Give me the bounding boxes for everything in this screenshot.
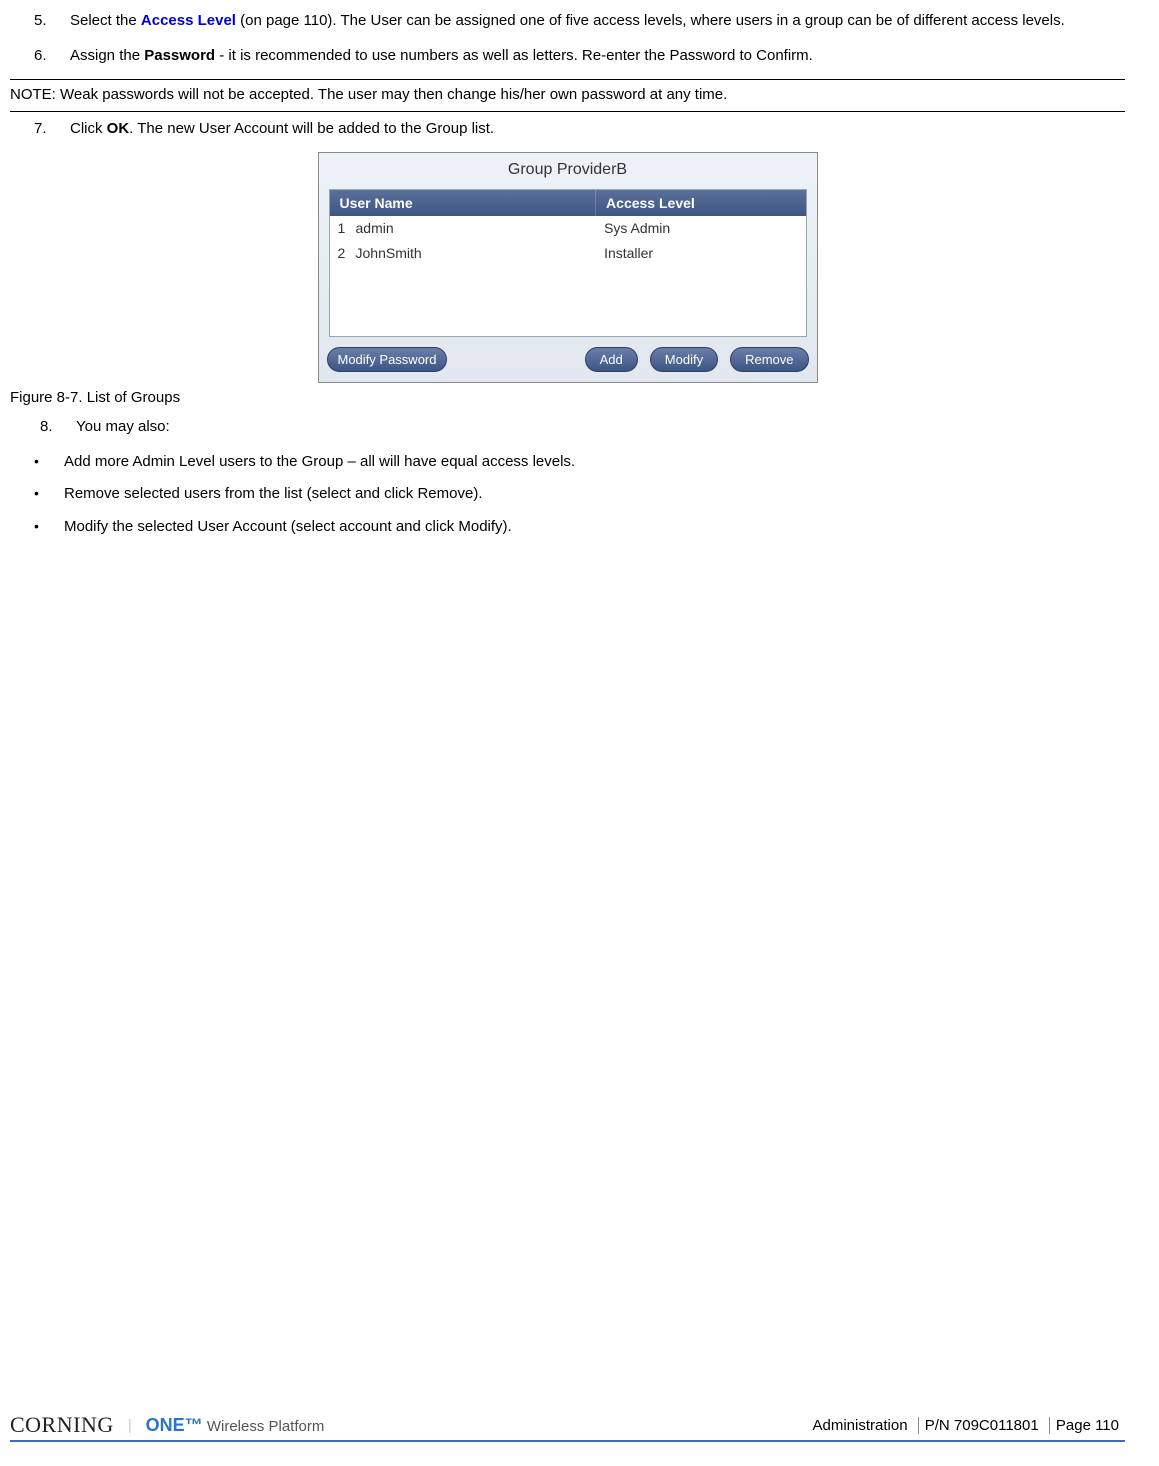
step-number: 5.	[34, 10, 70, 33]
figure: Group ProviderB User Name Access Level 1…	[10, 152, 1125, 383]
modify-password-button[interactable]: Modify Password	[327, 347, 448, 372]
step-text: Select the Access Level (on page 110). T…	[70, 10, 1125, 33]
text: Click	[70, 120, 107, 137]
bullet-text: Modify the selected User Account (select…	[64, 516, 512, 539]
row-level: Sys Admin	[596, 216, 805, 240]
modify-button[interactable]: Modify	[650, 347, 718, 372]
brand: CORNING | ONE™ Wireless Platform	[10, 1412, 324, 1438]
row-level: Installer	[596, 241, 805, 265]
step-8: 8. You may also:	[40, 416, 1125, 439]
step-6: 6. Assign the Password - it is recommend…	[34, 45, 1125, 68]
list-item: • Add more Admin Level users to the Grou…	[34, 451, 1125, 474]
add-button[interactable]: Add	[585, 347, 638, 372]
one-logo: ONE™	[146, 1415, 203, 1435]
text: Select the	[70, 12, 141, 29]
figure-caption: Figure 8-7. List of Groups	[10, 389, 1125, 406]
ok-label: OK	[107, 120, 130, 137]
wireless-platform-text: Wireless Platform	[207, 1418, 325, 1435]
remove-button[interactable]: Remove	[730, 347, 808, 372]
group-dialog: Group ProviderB User Name Access Level 1…	[318, 152, 818, 383]
list-item: • Remove selected users from the list (s…	[34, 483, 1125, 506]
table-row[interactable]: 1 admin Sys Admin	[330, 216, 806, 241]
bullet-icon: •	[34, 516, 64, 539]
page-footer: CORNING | ONE™ Wireless Platform Adminis…	[10, 1412, 1125, 1442]
footer-page: Page 110	[1049, 1417, 1125, 1434]
step-text: Click OK. The new User Account will be a…	[70, 118, 1125, 141]
row-user: admin	[356, 216, 597, 240]
access-level-link[interactable]: Access Level	[141, 12, 236, 29]
table-row[interactable]: 2 JohnSmith Installer	[330, 241, 806, 266]
step-text: You may also:	[76, 416, 1125, 439]
step-number: 8.	[40, 416, 76, 439]
row-index: 2	[330, 241, 356, 265]
dialog-buttons: Modify Password Add Modify Remove	[327, 347, 809, 372]
password-label: Password	[144, 47, 215, 64]
bullet-list: • Add more Admin Level users to the Grou…	[34, 451, 1125, 539]
col-user-name: User Name	[330, 190, 597, 216]
row-user: JohnSmith	[356, 241, 597, 265]
footer-right: Administration P/N 709C011801 Page 110	[807, 1417, 1126, 1434]
note: NOTE: Weak passwords will not be accepte…	[10, 79, 1125, 112]
table-header: User Name Access Level	[330, 190, 806, 216]
step-7: 7. Click OK. The new User Account will b…	[34, 118, 1125, 141]
bullet-text: Remove selected users from the list (sel…	[64, 483, 482, 506]
text: . The new User Account will be added to …	[129, 120, 494, 137]
corning-logo: CORNING	[10, 1412, 114, 1438]
bullet-icon: •	[34, 483, 64, 506]
row-index: 1	[330, 216, 356, 240]
text: Assign the	[70, 47, 144, 64]
step-text: Assign the Password - it is recommended …	[70, 45, 1125, 68]
bullet-icon: •	[34, 451, 64, 474]
dialog-title: Group ProviderB	[327, 159, 809, 189]
list-item: • Modify the selected User Account (sele…	[34, 516, 1125, 539]
footer-section: Administration	[807, 1417, 914, 1434]
step-number: 7.	[34, 118, 70, 141]
bullet-text: Add more Admin Level users to the Group …	[64, 451, 575, 474]
text: (on page 110). The User can be assigned …	[236, 12, 1065, 29]
col-access-level: Access Level	[596, 190, 805, 216]
text: - it is recommended to use numbers as we…	[215, 47, 813, 64]
dialog-table: User Name Access Level 1 admin Sys Admin…	[329, 189, 807, 337]
step-5: 5. Select the Access Level (on page 110)…	[34, 10, 1125, 33]
step-number: 6.	[34, 45, 70, 68]
footer-pn: P/N 709C011801	[918, 1417, 1045, 1434]
